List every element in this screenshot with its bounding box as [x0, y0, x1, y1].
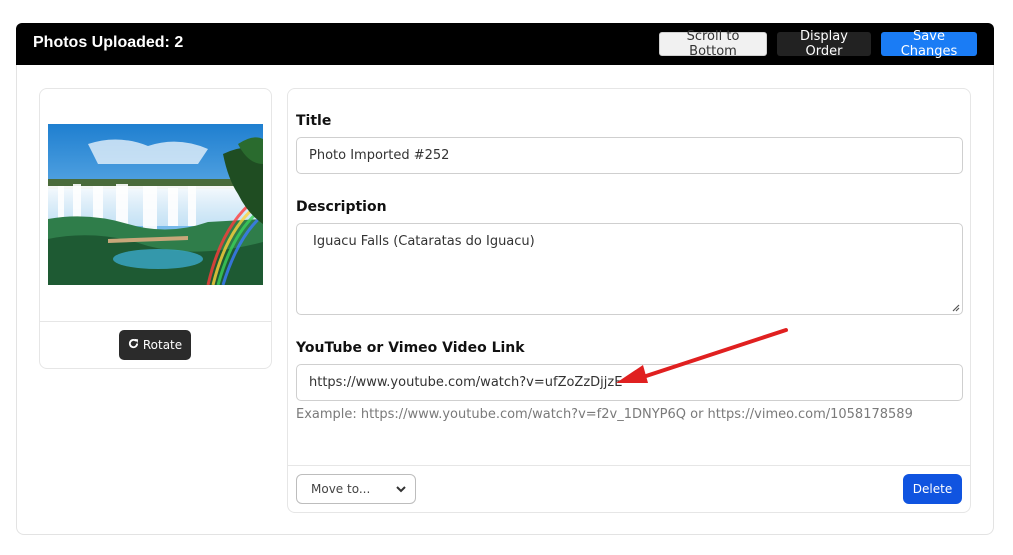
save-changes-button[interactable]: Save Changes — [881, 29, 977, 59]
photo-divider — [40, 321, 271, 322]
photo-details-form: Title Photo Imported #252 Description Ig… — [287, 88, 971, 513]
display-order-button[interactable]: Display Order — [777, 29, 871, 59]
photos-uploaded-title: Photos Uploaded: 2 — [33, 34, 184, 51]
description-textarea[interactable]: Iguacu Falls (Cataratas do Iguacu) — [296, 223, 963, 315]
move-to-select[interactable]: Move to... — [296, 474, 416, 504]
description-label: Description — [296, 199, 387, 215]
scroll-to-bottom-button[interactable]: Scroll to Bottom — [659, 29, 767, 59]
rotate-cw-icon — [128, 338, 139, 352]
description-text: Iguacu Falls (Cataratas do Iguacu) — [313, 234, 535, 249]
video-link-hint: Example: https://www.youtube.com/watch?v… — [296, 407, 913, 422]
move-to-label: Move to... — [311, 482, 371, 496]
title-input[interactable]: Photo Imported #252 — [296, 137, 963, 174]
delete-button[interactable]: Delete — [903, 474, 962, 504]
chevron-down-icon — [396, 486, 406, 493]
waterfall-photo — [48, 124, 263, 285]
photo-card: Rotate — [39, 88, 272, 369]
title-label: Title — [296, 113, 332, 129]
photos-header-bar: Photos Uploaded: 2 Scroll to Bottom Disp… — [16, 23, 994, 65]
rotate-label: Rotate — [142, 338, 183, 352]
photo-thumbnail — [48, 124, 263, 285]
form-footer-divider — [288, 465, 970, 466]
resize-grip-icon[interactable] — [950, 302, 960, 312]
rotate-button[interactable]: Rotate — [119, 330, 191, 360]
video-link-label: YouTube or Vimeo Video Link — [296, 340, 525, 356]
video-link-input[interactable]: https://www.youtube.com/watch?v=ufZoZzDj… — [296, 364, 963, 401]
